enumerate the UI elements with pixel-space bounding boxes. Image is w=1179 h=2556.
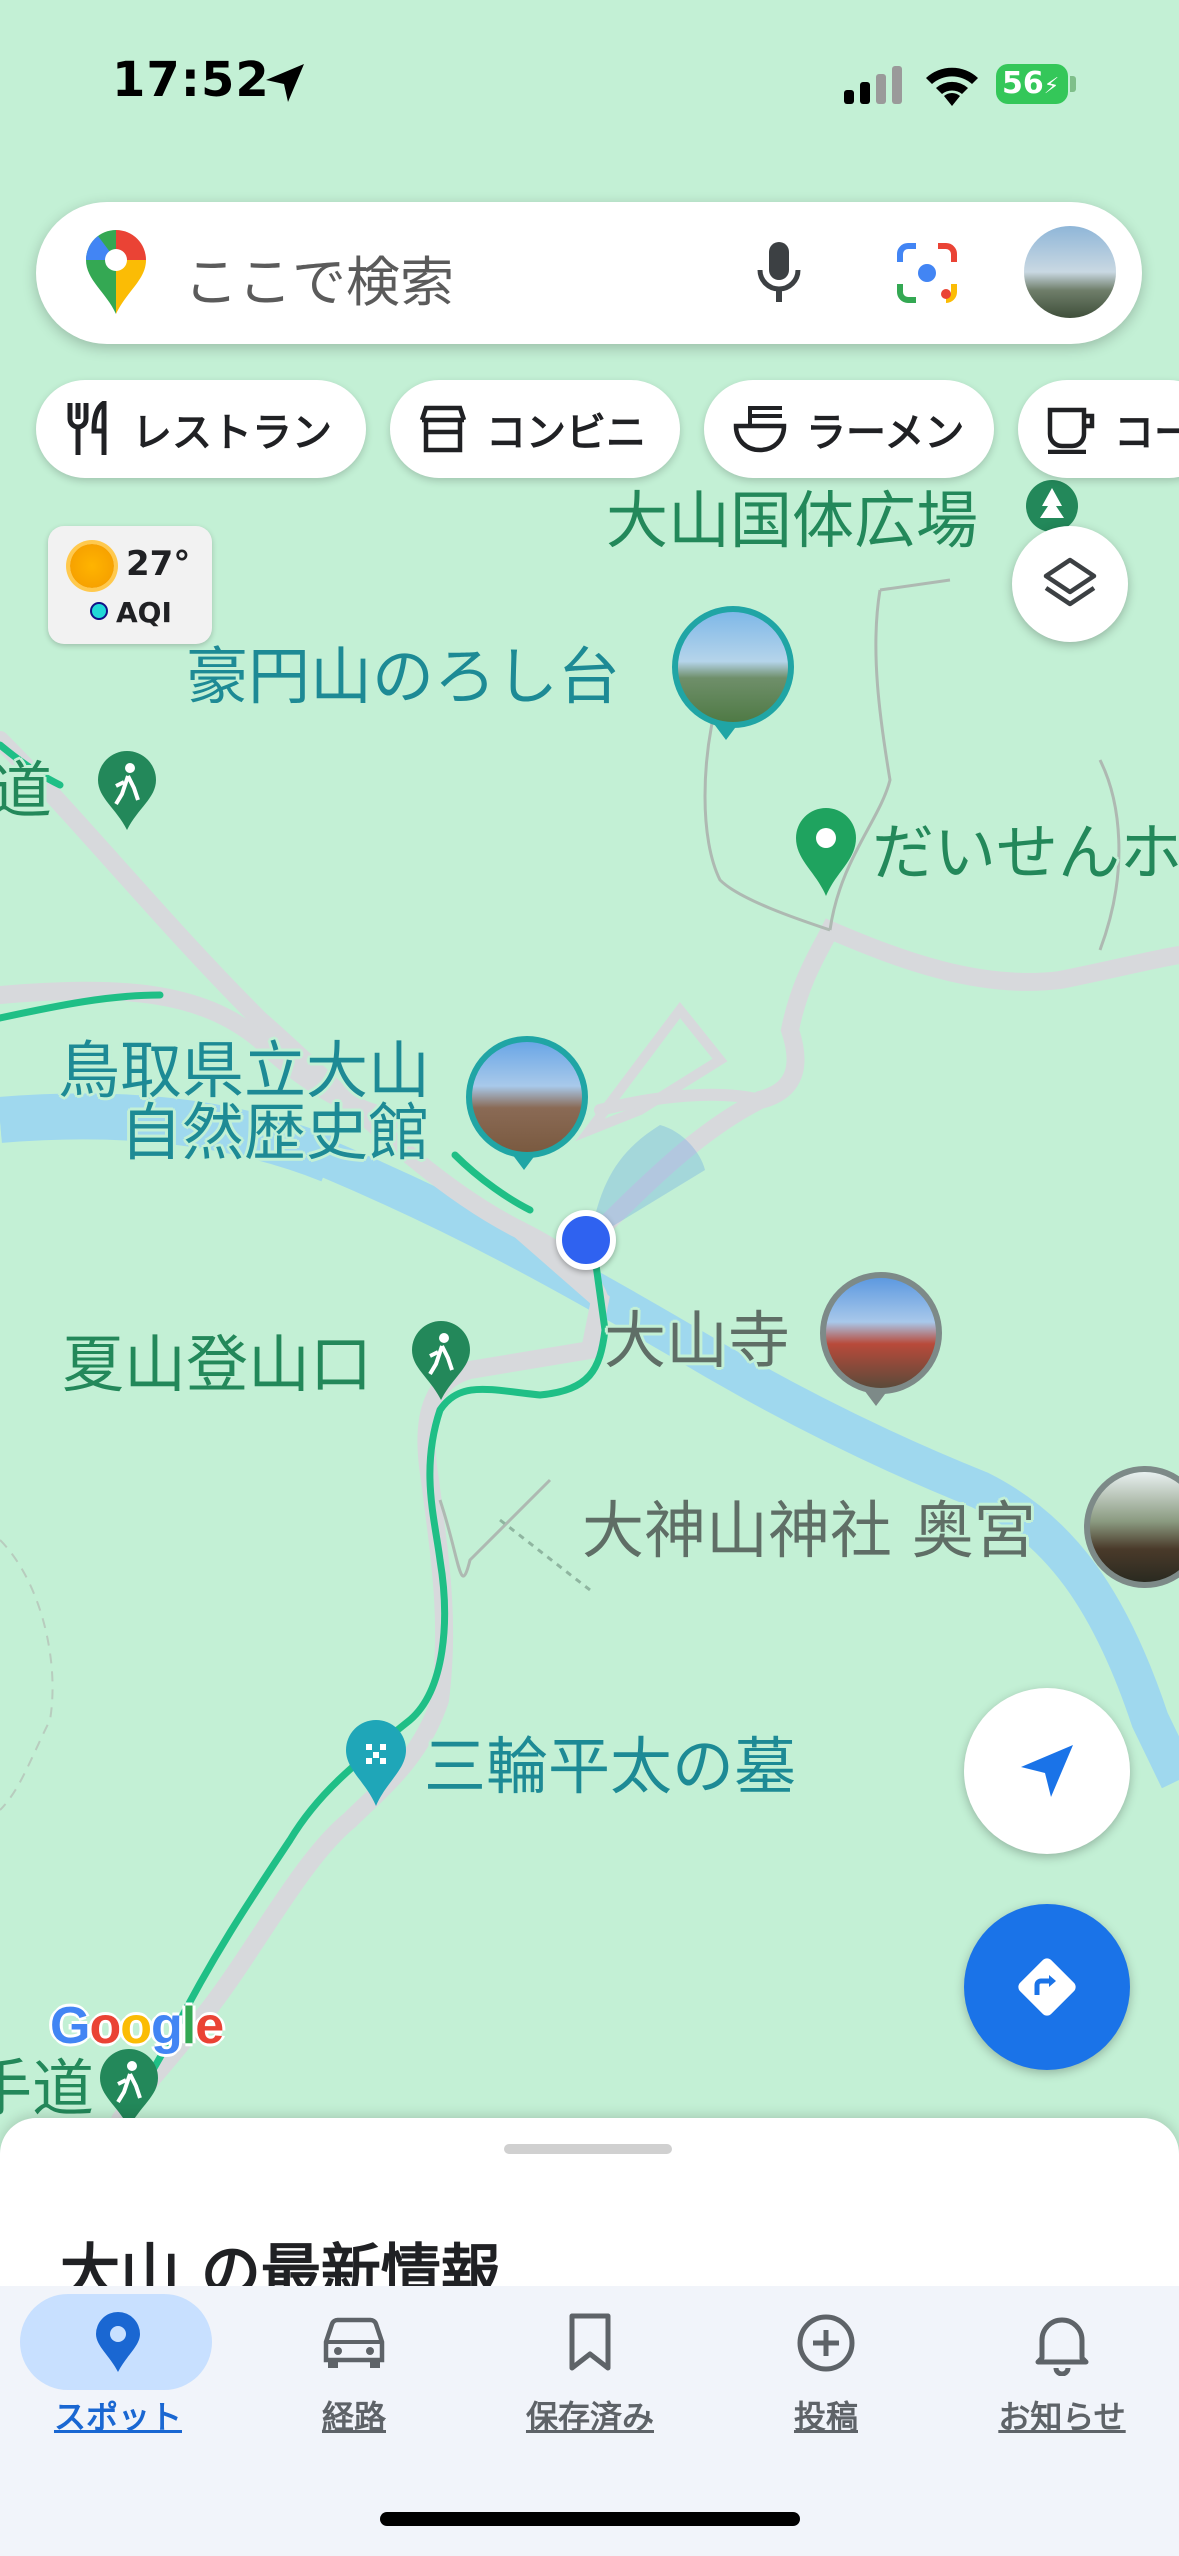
map-label-lookout[interactable]: 豪円山のろし台 [186, 646, 620, 708]
restaurant-icon [67, 401, 107, 455]
signal-icon [844, 66, 902, 104]
layers-button[interactable] [1012, 526, 1128, 642]
tab-route-label: 経路 [321, 2398, 386, 2436]
profile-avatar[interactable] [1024, 226, 1116, 318]
map-label-trail-bottom: 手道 [0, 2052, 95, 2125]
temple-photo-pin[interactable] [820, 1272, 942, 1394]
directions-icon [1018, 1958, 1076, 2016]
chip-ramen[interactable]: ラーメン [704, 380, 994, 478]
pin-icon [96, 2312, 140, 2372]
tab-notifications[interactable]: お知らせ [944, 2286, 1179, 2486]
weather-temp: 27° [126, 544, 191, 584]
map-label-summer-trailhead[interactable]: 夏山登山口 [62, 1334, 372, 1396]
map-label-trail-left: 道 [0, 754, 53, 827]
store-icon [419, 405, 467, 453]
battery-tip [1070, 76, 1076, 92]
navigation-arrow-icon [1021, 1745, 1073, 1797]
museum-label-line2: 自然歴史館 [120, 1096, 431, 1169]
landmark-pin-icon[interactable] [344, 1718, 408, 1808]
aqi-dot-icon [90, 602, 108, 620]
tab-route[interactable]: 経路 [236, 2286, 472, 2486]
search-bar[interactable]: ここで検索 [36, 202, 1142, 344]
sun-icon [70, 544, 114, 588]
tab-saved[interactable]: 保存済み [472, 2286, 708, 2486]
maps-pin-icon [86, 230, 146, 314]
car-icon [323, 2317, 385, 2368]
bell-icon [1035, 2317, 1089, 2376]
tab-notifications-label: お知らせ [998, 2398, 1126, 2436]
coffee-icon [1047, 407, 1095, 454]
layers-icon [1043, 557, 1097, 607]
lookout-photo-pin[interactable] [672, 606, 794, 728]
current-location-dot [556, 1210, 616, 1270]
aqi-label: AQI [116, 596, 172, 629]
wifi-icon [926, 67, 978, 106]
chip-restaurant-label: レストラン [132, 410, 332, 456]
home-indicator[interactable] [380, 2512, 800, 2526]
map-label-shrine[interactable]: 大神山神社 奥宮 [582, 1500, 1036, 1562]
directions-button[interactable] [964, 1904, 1130, 2070]
museum-photo-pin[interactable] [466, 1036, 588, 1158]
chip-coffee-label: コー [1114, 410, 1179, 456]
chip-ramen-label: ラーメン [806, 410, 965, 456]
bookmark-icon [569, 2313, 611, 2371]
ramen-icon [733, 406, 787, 453]
pin-tail [714, 724, 738, 740]
microphone-icon[interactable] [754, 240, 804, 306]
my-location-button[interactable] [964, 1688, 1130, 1854]
plus-circle-icon [797, 2314, 855, 2372]
battery-icon: 56⚡ [996, 64, 1068, 104]
status-time: 17:52 [112, 52, 270, 108]
map-label-daisen[interactable]: だいせんホ [872, 822, 1179, 884]
weather-widget[interactable]: 27° AQI [48, 526, 212, 644]
museum-label-line1: 鳥取県立大山 [58, 1034, 431, 1107]
tab-post-label: 投稿 [793, 2398, 858, 2436]
category-chips: レストラン コンビニ ラーメン コー [0, 380, 1179, 480]
google-logo: Google [50, 1997, 224, 2055]
map-label-museum[interactable]: 鳥取県立大山 自然歴史館 [52, 1040, 430, 1164]
pin-tail [864, 1390, 888, 1406]
map-label-grave[interactable]: 三輪平太の墓 [424, 1736, 796, 1798]
pin-tail [512, 1154, 536, 1170]
tab-saved-label: 保存済み [525, 2398, 654, 2436]
search-input[interactable]: ここで検索 [184, 238, 454, 317]
lens-icon[interactable] [894, 242, 960, 304]
chip-store-label: コンビニ [486, 410, 646, 456]
tab-spots-label: スポット [53, 2398, 182, 2436]
chip-restaurant[interactable]: レストラン [36, 380, 366, 478]
sheet-handle[interactable] [504, 2144, 672, 2154]
hiking-pin-icon[interactable] [94, 748, 160, 832]
battery-level: 56 [1002, 66, 1044, 101]
location-arrow-icon [266, 64, 304, 102]
tab-spots[interactable]: スポット [0, 2286, 236, 2486]
chip-coffee[interactable]: コー [1018, 380, 1179, 478]
status-bar: 17:52 56⚡ [0, 0, 1179, 170]
hiking-pin-icon[interactable] [408, 1318, 474, 1402]
chip-convenience-store[interactable]: コンビニ [390, 380, 680, 478]
map-label-temple[interactable]: 大山寺 [604, 1310, 790, 1372]
map-label-park[interactable]: 大山国体広場 [606, 490, 978, 552]
place-pin-icon[interactable] [794, 806, 858, 898]
tab-post[interactable]: 投稿 [708, 2286, 944, 2486]
